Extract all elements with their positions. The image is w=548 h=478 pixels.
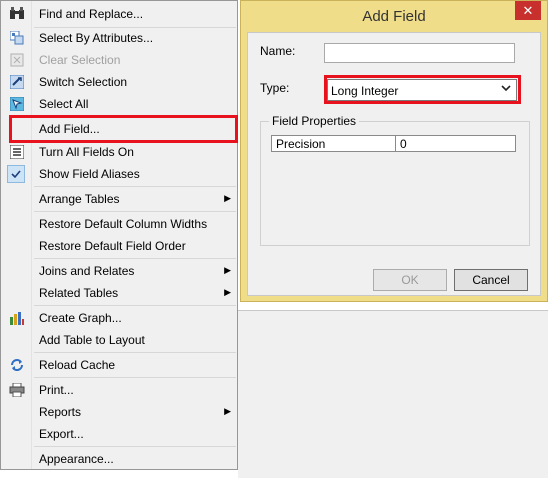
menu-item-arrange-tables[interactable]: Arrange Tables ▶	[1, 188, 237, 210]
menu-item-select-all[interactable]: Select All	[1, 93, 237, 115]
menu-item-select-by-attributes[interactable]: Select By Attributes...	[1, 27, 237, 49]
dialog-client-area: Name: Type: Long Integer Field Propertie…	[247, 32, 541, 296]
printer-icon	[9, 382, 25, 398]
ok-button[interactable]: OK	[373, 269, 447, 291]
clear-selection-icon	[9, 52, 25, 68]
dialog-title: Add Field	[362, 8, 426, 25]
menu-separator	[34, 446, 236, 447]
submenu-arrow-icon: ▶	[224, 287, 231, 297]
menu-separator	[34, 116, 236, 117]
menu-item-reports[interactable]: Reports ▶	[1, 401, 237, 423]
menu-separator	[34, 211, 236, 212]
menu-item-find-replace[interactable]: Find and Replace...	[1, 3, 237, 25]
menu-item-print[interactable]: Print...	[1, 379, 237, 401]
menu-item-label: Clear Selection	[39, 53, 121, 67]
fields-list-icon	[9, 144, 25, 160]
menu-item-label: Related Tables	[39, 286, 119, 300]
menu-item-appearance[interactable]: Appearance...	[1, 448, 237, 470]
menu-item-label: Reports	[39, 405, 82, 419]
menu-item-show-field-aliases[interactable]: Show Field Aliases	[1, 163, 237, 185]
select-attributes-icon	[9, 30, 25, 46]
menu-item-switch-selection[interactable]: Switch Selection	[1, 71, 237, 93]
field-properties-legend: Field Properties	[269, 114, 360, 128]
menu-item-related-tables[interactable]: Related Tables ▶	[1, 282, 237, 304]
menu-item-add-table-to-layout[interactable]: Add Table to Layout	[1, 329, 237, 351]
menu-item-label: Select By Attributes...	[39, 31, 154, 45]
menu-item-label: Appearance...	[39, 452, 114, 466]
close-icon: ✕	[522, 2, 534, 18]
type-label: Type:	[260, 81, 290, 95]
menu-separator	[34, 377, 236, 378]
menu-item-label: Restore Default Field Order	[39, 239, 186, 253]
submenu-arrow-icon: ▶	[224, 265, 231, 275]
type-dropdown[interactable]: Long Integer	[327, 79, 517, 101]
menu-item-label: Export...	[39, 427, 84, 441]
menu-item-label: Add Table to Layout	[39, 333, 145, 347]
table-options-menu: Find and Replace... Select By Attributes…	[0, 0, 238, 470]
menu-item-clear-selection[interactable]: Clear Selection	[1, 49, 237, 71]
name-input[interactable]	[324, 43, 515, 63]
property-value-precision[interactable]: 0	[396, 136, 515, 151]
checkmark-icon	[7, 165, 25, 183]
field-properties-group: Field Properties Precision 0	[260, 114, 530, 246]
menu-item-label: Create Graph...	[39, 311, 122, 325]
menu-item-label: Reload Cache	[39, 358, 116, 372]
menu-item-restore-field-order[interactable]: Restore Default Field Order	[1, 235, 237, 257]
menu-item-label: Find and Replace...	[39, 7, 144, 21]
menu-separator	[34, 352, 236, 353]
menu-item-reload-cache[interactable]: Reload Cache	[1, 354, 237, 376]
menu-item-add-field[interactable]: Add Field...	[1, 118, 237, 140]
field-properties-row[interactable]: Precision 0	[271, 135, 516, 152]
menu-item-label: Turn All Fields On	[39, 145, 134, 159]
menu-item-label: Add Field...	[39, 122, 100, 136]
app-background	[238, 310, 548, 478]
switch-selection-icon	[9, 74, 25, 90]
refresh-icon	[9, 357, 25, 373]
cancel-button[interactable]: Cancel	[454, 269, 528, 291]
chevron-down-icon	[501, 83, 511, 95]
name-label: Name:	[260, 44, 296, 58]
menu-separator	[34, 186, 236, 187]
menu-item-export[interactable]: Export...	[1, 423, 237, 445]
menu-separator	[34, 258, 236, 259]
type-dropdown-value: Long Integer	[331, 84, 399, 98]
menu-item-turn-all-fields-on[interactable]: Turn All Fields On	[1, 141, 237, 163]
select-all-icon	[9, 96, 25, 112]
menu-item-label: Select All	[39, 97, 89, 111]
menu-item-restore-column-widths[interactable]: Restore Default Column Widths	[1, 213, 237, 235]
submenu-arrow-icon: ▶	[224, 406, 231, 416]
binoculars-icon	[9, 6, 25, 22]
submenu-arrow-icon: ▶	[224, 193, 231, 203]
menu-separator	[34, 305, 236, 306]
menu-item-label: Restore Default Column Widths	[39, 217, 208, 231]
menu-item-joins-and-relates[interactable]: Joins and Relates ▶	[1, 260, 237, 282]
close-button[interactable]: ✕	[515, 1, 541, 20]
property-key-precision: Precision	[272, 136, 396, 151]
menu-item-label: Show Field Aliases	[39, 167, 140, 181]
menu-item-label: Switch Selection	[39, 75, 128, 89]
menu-item-label: Joins and Relates	[39, 264, 135, 278]
bar-chart-icon	[9, 310, 25, 326]
menu-item-label: Arrange Tables	[39, 192, 120, 206]
menu-item-label: Print...	[39, 383, 74, 397]
add-field-dialog: Add Field ✕ Name: Type: Long Integer Fie…	[240, 0, 548, 302]
menu-item-create-graph[interactable]: Create Graph...	[1, 307, 237, 329]
